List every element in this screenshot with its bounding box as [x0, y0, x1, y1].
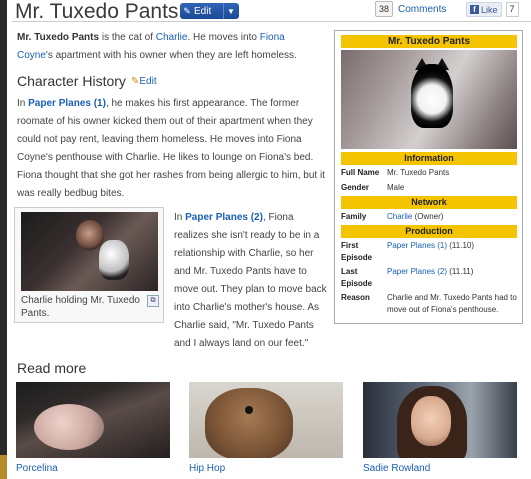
read-more-heading: Read more: [17, 360, 87, 376]
read-more-image-hip-hop[interactable]: [189, 382, 343, 458]
left-strip-accent: [0, 455, 7, 479]
comments-link[interactable]: 38 Comments: [375, 1, 446, 17]
para1-text-1: In: [17, 98, 29, 109]
pencil-icon: ✎: [183, 5, 191, 16]
reason-key: Reason: [341, 293, 370, 302]
chevron-down-icon[interactable]: ▼: [224, 7, 238, 16]
infobox-production-header: Production: [341, 225, 517, 238]
para1-text-2: , he makes his first appearance. The for…: [17, 98, 325, 199]
section-heading-character-history: Character History: [17, 73, 126, 89]
reason-value: Charlie and Mr. Tuxedo Pants had to move…: [387, 293, 517, 314]
infobox-information-header: Information: [341, 152, 517, 165]
last-episode-key: Last Episode: [341, 267, 373, 288]
paper-planes-1-link[interactable]: Paper Planes (1): [28, 98, 106, 109]
sadie-face-figure: [411, 396, 451, 446]
read-more-image-porcelina[interactable]: [16, 382, 170, 458]
infobox-title: Mr. Tuxedo Pants: [341, 35, 517, 48]
header-divider: [12, 21, 531, 22]
family-key: Family: [341, 212, 367, 221]
last-episode-number: (11.11): [447, 267, 474, 276]
intro-text-3: 's apartment with his owner when they ar…: [45, 50, 297, 61]
section-edit-label[interactable]: Edit: [139, 76, 156, 87]
facebook-like-widget: f Like 7: [466, 2, 519, 17]
family-value: Charlie (Owner): [387, 211, 519, 223]
read-more-link-porcelina[interactable]: Porcelina: [16, 463, 58, 474]
paper-planes-2-link[interactable]: Paper Planes (2): [185, 212, 263, 223]
thumbnail-caption: Charlie holding Mr. Tuxedo Pants.: [21, 295, 140, 319]
read-more-link-sadie-rowland[interactable]: Sadie Rowland: [363, 463, 430, 474]
intro-paragraph: Mr. Tuxedo Pants is the cat of Charlie. …: [17, 29, 317, 65]
facebook-like-count: 7: [505, 2, 519, 17]
comments-count: 38: [375, 1, 394, 17]
comments-label[interactable]: Comments: [398, 4, 446, 15]
para2-text-2: , Fiona realizes she isn't ready to be i…: [174, 212, 327, 349]
infobox-network-header: Network: [341, 196, 517, 209]
intro-name-bold: Mr. Tuxedo Pants: [17, 32, 100, 43]
left-background-strip: [0, 0, 7, 479]
character-infobox: Mr. Tuxedo Pants Information Full Name Mr…: [334, 30, 523, 324]
read-more-link-hip-hop[interactable]: Hip Hop: [189, 463, 225, 474]
facebook-like-label: Like: [481, 4, 498, 15]
rabbit-eye: [245, 406, 253, 414]
edit-button-label: Edit: [194, 5, 212, 17]
full-name-key: Full Name: [341, 168, 380, 177]
intro-text-1: is the cat of: [99, 32, 156, 43]
image-figure-cat: [99, 240, 129, 280]
rabbit-figure: [205, 388, 293, 458]
last-episode-link[interactable]: Paper Planes (2): [387, 267, 447, 276]
first-episode-link[interactable]: Paper Planes (1): [387, 241, 447, 250]
charlie-holding-cat-image[interactable]: [21, 212, 158, 291]
image-figure-person: [76, 220, 104, 250]
pig-figure: [34, 404, 104, 450]
family-charlie-link[interactable]: Charlie: [387, 212, 412, 221]
enlarge-icon[interactable]: ⧉: [147, 295, 159, 307]
history-paragraph-2: In Paper Planes (2), Fiona realizes she …: [174, 209, 330, 353]
facebook-icon: f: [470, 5, 479, 14]
first-episode-key: First Episode: [341, 241, 373, 262]
facebook-like-button[interactable]: f Like: [466, 2, 502, 17]
last-episode-value: Paper Planes (2) (11.11): [387, 266, 519, 278]
edit-button[interactable]: ✎ Edit ▼: [180, 3, 239, 19]
intro-text-2: . He moves into: [187, 32, 260, 43]
read-more-image-sadie-rowland[interactable]: [363, 382, 517, 458]
section-edit-link[interactable]: ✎Edit: [131, 76, 157, 87]
first-episode-value: Paper Planes (1) (11.10): [387, 240, 519, 252]
charlie-link[interactable]: Charlie: [156, 32, 188, 43]
full-name-value: Mr. Tuxedo Pants: [387, 168, 450, 177]
first-episode-number: (11.10): [447, 241, 475, 250]
gender-value: Male: [387, 183, 405, 192]
cat-figure: [411, 64, 453, 128]
gender-key: Gender: [341, 183, 370, 192]
image-thumbnail[interactable]: Charlie holding Mr. Tuxedo Pants. ⧉: [14, 207, 164, 323]
para2-text-1: In: [174, 212, 186, 223]
family-relation: (Owner): [412, 212, 444, 221]
infobox-cat-image[interactable]: [341, 50, 517, 149]
history-paragraph-1: In Paper Planes (1), he makes his first …: [17, 95, 329, 203]
